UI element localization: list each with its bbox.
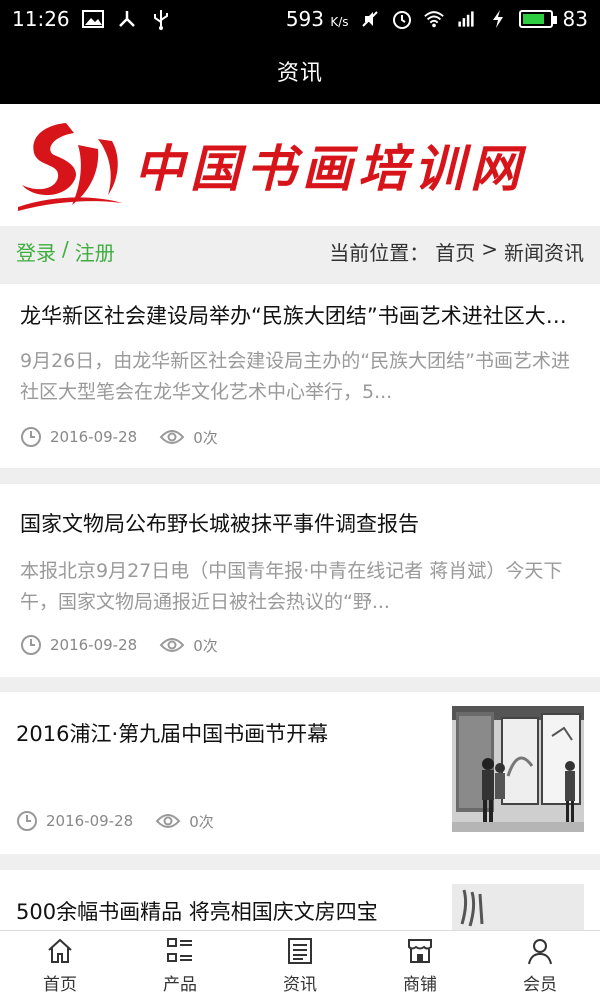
battery-level: 83 (562, 7, 588, 31)
battery-icon (518, 10, 557, 28)
article-meta: 2016-09-28 0次 (20, 634, 218, 656)
article-views: 0次 (189, 812, 214, 831)
nav-news-label: 资讯 (283, 975, 317, 995)
article-summary: 9月26日，由龙华新区社会建设局主办的“民族大团结”书画艺术进社区大型笔会在龙华… (20, 350, 570, 403)
nav-member[interactable]: 会员 (480, 931, 600, 1000)
breadcrumb: 当前位置： 首页 > 新闻资讯 (329, 237, 584, 266)
breadcrumb-separator: > (481, 236, 498, 261)
article-card[interactable]: 2016浦江·第九届中国书画节开幕 2016-09-28 0次 (0, 692, 600, 854)
charging-icon (487, 8, 509, 30)
clock-icon (21, 427, 41, 447)
article-title[interactable]: 2016浦江·第九届中国书画节开幕 (16, 718, 430, 748)
register-link[interactable]: 注册 (75, 237, 115, 266)
article-title[interactable]: 国家文物局公布野长城被抹平事件调查报告 (20, 508, 580, 538)
status-bar: 11:26 593 K/s 83 (0, 0, 600, 38)
article-summary: 本报北京9月27日电（中国青年报·中青在线记者 蒋肖斌）今天下午，国家文物局通报… (20, 560, 563, 613)
site-logo (18, 123, 122, 211)
login-link[interactable]: 登录 (16, 237, 56, 266)
article-card[interactable]: 国家文物局公布野长城被抹平事件调查报告 本报北京9月27日电（中国青年报·中青在… (0, 484, 600, 677)
page-title-bar: 资讯 (0, 38, 600, 104)
grid-list-icon (167, 938, 192, 962)
article-card[interactable]: 500余幅书画精品 将亮相国庆文房四宝 (0, 870, 600, 930)
breadcrumb-bar: 登录 / 注册 当前位置： 首页 > 新闻资讯 (0, 226, 600, 276)
eye-icon (159, 430, 185, 444)
share-icon (116, 8, 138, 30)
eye-icon (155, 814, 181, 828)
page-title: 资讯 (276, 61, 323, 86)
nav-home-label: 首页 (43, 975, 77, 995)
article-thumbnail[interactable] (452, 884, 584, 930)
wifi-icon (423, 8, 445, 30)
article-meta: 2016-09-28 0次 (20, 426, 218, 448)
news-icon (288, 938, 312, 964)
breadcrumb-home[interactable]: 首页 (435, 237, 475, 266)
breadcrumb-current: 新闻资讯 (504, 240, 584, 265)
article-views: 0次 (193, 428, 218, 447)
mute-icon (359, 8, 381, 30)
auth-links: 登录 / 注册 (16, 237, 115, 266)
nav-news[interactable]: 资讯 (240, 931, 360, 1000)
article-date: 2016-09-28 (50, 428, 138, 446)
article-date: 2016-09-28 (50, 636, 138, 654)
article-thumbnail[interactable] (452, 706, 584, 832)
alarm-icon (391, 8, 413, 30)
clock-icon (17, 811, 37, 831)
article-title[interactable]: 500余幅书画精品 将亮相国庆文房四宝 (16, 896, 430, 926)
nav-shops[interactable]: 商铺 (360, 931, 480, 1000)
article-title[interactable]: 龙华新区社会建设局举办“民族大团结”书画艺术进社区大型笔会 (20, 300, 580, 330)
article-views: 0次 (193, 636, 218, 655)
clock-icon (21, 635, 41, 655)
article-date: 2016-09-28 (46, 812, 134, 830)
nav-member-label: 会员 (523, 975, 557, 995)
nav-shops-label: 商铺 (403, 975, 437, 995)
bottom-nav: 首页 产品 资讯 商铺 会员 (0, 930, 600, 1000)
user-icon (528, 939, 552, 965)
site-name: 中国书画培训网 (134, 139, 526, 198)
image-icon (81, 8, 104, 30)
home-icon (48, 938, 72, 963)
breadcrumb-label: 当前位置： (329, 240, 430, 265)
site-banner[interactable]: 中国书画培训网 (0, 104, 600, 226)
usb-icon (150, 8, 172, 30)
auth-separator: / (62, 236, 69, 261)
page: 11:26 593 K/s 83 资讯 中国书画培训网 登录 / 注册 当前位置… (0, 0, 600, 1000)
signal-4g-icon (455, 8, 477, 30)
nav-products-label: 产品 (163, 975, 197, 995)
network-speed: 593 K/s (285, 7, 349, 31)
status-time: 11:26 (12, 7, 70, 31)
article-meta: 2016-09-28 0次 (16, 810, 214, 832)
eye-icon (159, 638, 185, 652)
nav-products[interactable]: 产品 (120, 931, 240, 1000)
shop-icon (408, 939, 432, 963)
article-card[interactable]: 龙华新区社会建设局举办“民族大团结”书画艺术进社区大型笔会 9月26日，由龙华新… (0, 284, 600, 468)
nav-home[interactable]: 首页 (0, 931, 120, 1000)
